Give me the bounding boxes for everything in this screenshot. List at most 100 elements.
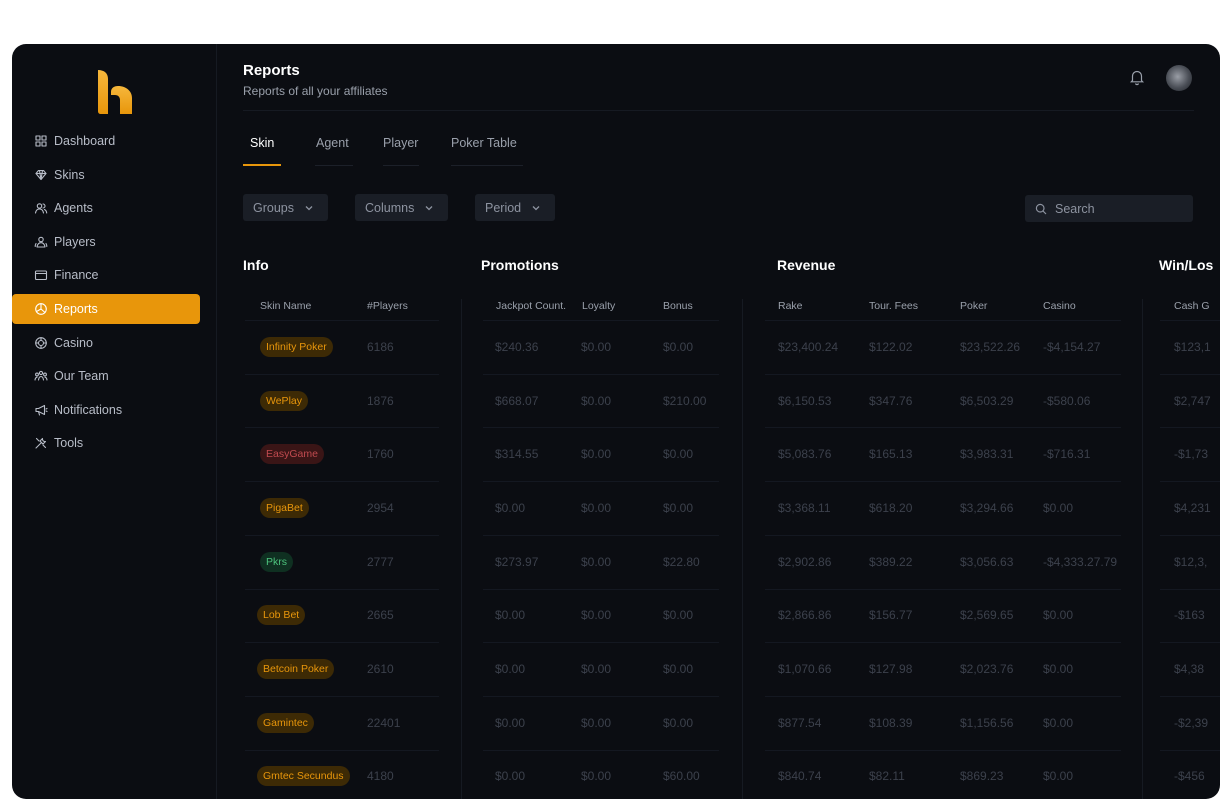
sidebar-item-dashboard[interactable]: Dashboard — [12, 126, 200, 156]
sidebar-item-tools[interactable]: Tools — [12, 428, 200, 458]
cell-rake: $1,070.66 — [778, 662, 832, 677]
sidebar-item-skins[interactable]: Skins — [12, 160, 200, 190]
cell-cash: $4,231 — [1174, 500, 1211, 515]
row-divider — [1160, 695, 1220, 697]
cell-poker: $2,569.65 — [960, 608, 1014, 623]
skin-badge[interactable]: Betcoin Poker — [257, 659, 335, 680]
pie-chart-icon — [34, 302, 48, 316]
cell-bonus: $22.80 — [663, 554, 700, 569]
sidebar-item-label: Notifications — [54, 402, 123, 417]
cell-casino: $0.00 — [1043, 662, 1074, 677]
tab-agent[interactable]: Agent — [315, 136, 383, 166]
sidebar-item-our-team[interactable]: Our Team — [12, 361, 200, 391]
group-divider — [461, 299, 462, 799]
row-divider — [483, 427, 719, 429]
cell-cash: $2,747 — [1174, 393, 1211, 408]
cell-tour: $347.76 — [869, 393, 913, 408]
skin-badge[interactable]: Gmtec Secundus — [257, 766, 350, 787]
sidebar-item-players[interactable]: Players — [12, 227, 200, 257]
cell-players: 2665 — [367, 608, 394, 623]
cell-tour: $156.77 — [869, 608, 913, 623]
sidebar: Dashboard Skins Agents Players Finance Report… — [12, 44, 217, 799]
cell-loyalty: $0.00 — [581, 662, 612, 677]
row-divider — [1160, 588, 1220, 590]
cell-cash: -$1,73 — [1174, 447, 1209, 462]
tab-poker-table[interactable]: Poker Table — [451, 136, 541, 166]
sidebar-item-agents[interactable]: Agents — [12, 193, 200, 223]
col-cash-games[interactable]: Cash G — [1174, 300, 1210, 312]
users-group-icon — [34, 235, 48, 249]
sidebar-item-label: Casino — [54, 335, 93, 350]
search-input[interactable] — [1053, 200, 1187, 217]
period-filter-button[interactable]: Period — [475, 194, 555, 221]
skin-badge[interactable]: WePlay — [260, 390, 308, 411]
cell-cash: $4,38 — [1174, 662, 1205, 677]
search-icon — [1035, 203, 1047, 214]
tab-player[interactable]: Player — [383, 136, 451, 166]
cell-bonus: $0.00 — [663, 339, 694, 354]
col-skin-name[interactable]: Skin Name — [260, 300, 311, 312]
row-divider — [483, 642, 719, 644]
users-icon — [34, 201, 48, 215]
cell-poker: $1,156.56 — [960, 715, 1014, 730]
skin-badge[interactable]: Gamintec — [257, 712, 314, 733]
skin-badge[interactable]: Lob Bet — [257, 605, 306, 626]
row-divider — [1160, 373, 1220, 375]
skin-badge[interactable]: Infinity Poker — [260, 336, 333, 357]
col-rake[interactable]: Rake — [778, 300, 803, 312]
col-players[interactable]: #Players — [367, 300, 408, 312]
row-divider — [245, 588, 439, 590]
skin-badge[interactable]: Pkrs — [260, 551, 293, 572]
chevron-down-icon — [304, 203, 314, 213]
skin-badge[interactable]: PigaBet — [260, 497, 309, 518]
cell-rake: $2,866.86 — [778, 608, 832, 623]
sidebar-item-casino[interactable]: Casino — [12, 328, 200, 358]
cell-players: 2610 — [367, 662, 394, 677]
columns-filter-button[interactable]: Columns — [355, 194, 448, 221]
groups-filter-button[interactable]: Groups — [243, 194, 328, 221]
col-tour-fees[interactable]: Tour. Fees — [869, 300, 918, 312]
cell-loyalty: $0.00 — [581, 715, 612, 730]
cell-jackpot: $273.97 — [495, 554, 539, 569]
header-divider — [243, 110, 1194, 111]
sidebar-item-label: Players — [54, 234, 96, 249]
tools-icon — [34, 436, 48, 450]
cell-rake: $6,150.53 — [778, 393, 832, 408]
cell-bonus: $60.00 — [663, 769, 700, 784]
search-box[interactable] — [1025, 195, 1193, 222]
row-divider — [483, 481, 719, 483]
skin-badge[interactable]: EasyGame — [260, 444, 324, 465]
sidebar-item-reports[interactable]: Reports — [12, 293, 200, 324]
cell-casino: $0.00 — [1043, 769, 1074, 784]
row-divider — [483, 588, 719, 590]
row-divider — [483, 534, 719, 536]
cell-casino: -$580.06 — [1043, 393, 1091, 408]
cell-jackpot: $0.00 — [495, 662, 526, 677]
cell-poker: $869.23 — [960, 769, 1004, 784]
cell-loyalty: $0.00 — [581, 447, 612, 462]
cell-players: 1760 — [367, 447, 394, 462]
row-divider — [765, 695, 1121, 697]
brand-logo-icon — [98, 70, 132, 114]
tab-skin[interactable]: Skin — [243, 136, 315, 166]
sidebar-nav: Dashboard Skins Agents Players Finance Report… — [12, 126, 216, 462]
row-divider — [483, 373, 719, 375]
cell-rake: $3,368.11 — [778, 500, 831, 515]
col-casino[interactable]: Casino — [1043, 300, 1076, 312]
cell-jackpot: $0.00 — [495, 608, 526, 623]
row-divider — [245, 534, 439, 536]
bell-icon[interactable] — [1128, 68, 1146, 86]
sidebar-item-finance[interactable]: Finance — [12, 260, 200, 290]
period-filter-label: Period — [485, 200, 522, 215]
section-promotions-title: Promotions — [481, 257, 559, 273]
col-bonus[interactable]: Bonus — [663, 300, 693, 312]
avatar[interactable] — [1166, 65, 1192, 91]
col-jackpot-count[interactable]: Jackpot Count. — [496, 300, 566, 312]
sidebar-item-notifications[interactable]: Notifications — [12, 395, 200, 425]
row-divider — [245, 695, 439, 697]
cell-jackpot: $0.00 — [495, 769, 526, 784]
col-loyalty[interactable]: Loyalty — [582, 300, 615, 312]
group-divider — [742, 299, 743, 799]
col-poker[interactable]: Poker — [960, 300, 987, 312]
cell-bonus: $0.00 — [663, 715, 694, 730]
